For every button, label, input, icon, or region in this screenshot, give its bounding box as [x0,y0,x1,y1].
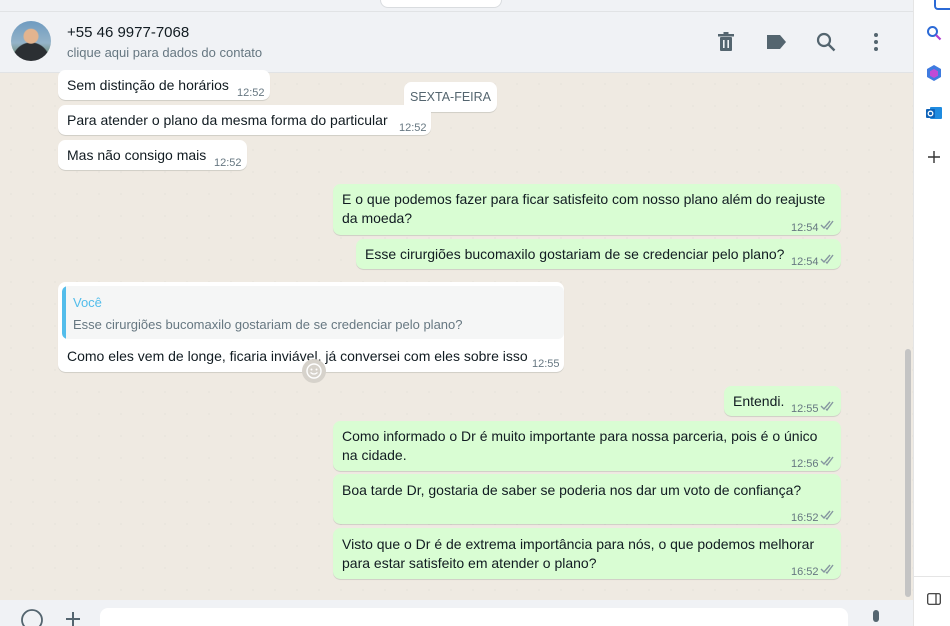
message-time: 12:55 [532,358,560,370]
chat-header[interactable]: +55 46 9977-7068 clique aqui para dados … [0,12,913,73]
sidebar-top-icon[interactable] [934,0,950,10]
composer [0,600,913,626]
message-text: Como eles vem de longe, ficaria inviável… [67,348,528,364]
outlook-icon[interactable] [924,103,944,123]
chat-scrollbar[interactable] [905,349,911,597]
copilot-icon[interactable] [924,63,944,83]
read-ticks-icon [820,254,834,264]
message-text: Para atender o plano da mesma forma do p… [67,112,388,128]
microphone-icon[interactable] [868,610,884,626]
message-text-line2: da moeda? [342,210,413,226]
search-icon[interactable] [924,23,944,43]
message-outgoing[interactable]: Boa tarde Dr, gostaria de saber se poder… [333,474,841,524]
message-text: Entendi. [733,393,785,409]
quote-author: Você [73,295,102,310]
message-text-line1: Como informado o Dr é muito importante p… [342,428,818,444]
message-text: Mas não consigo mais [67,147,207,163]
message-incoming[interactable]: Mas não consigo mais 12:52 [58,140,247,170]
read-ticks-icon [820,456,834,466]
read-ticks-icon [820,510,834,520]
contact-subtitle[interactable]: clique aqui para dados do contato [67,45,262,60]
quoted-message[interactable]: Você Esse cirurgiões bucomaxilo gostaria… [62,286,564,339]
browser-sidebar [913,0,950,626]
search-icon[interactable] [814,30,838,54]
message-outgoing[interactable]: E o que podemos fazer para ficar satisfe… [333,184,841,235]
attach-icon[interactable] [64,610,82,626]
panel-icon[interactable] [924,589,944,609]
delete-icon[interactable] [714,30,738,54]
sidebar-divider [914,576,950,577]
message-time: 12:55 [791,403,819,415]
message-time: 12:52 [399,122,427,134]
quote-accent-bar [62,286,66,339]
message-outgoing[interactable]: Visto que o Dr é de extrema importância … [333,528,841,579]
emoji-icon[interactable] [20,608,44,626]
message-time: 12:52 [237,87,265,99]
tab-pill [380,0,502,8]
message-outgoing[interactable]: Esse cirurgiões bucomaxilo gostariam de … [356,239,841,269]
message-time: 16:52 [791,566,819,578]
read-ticks-icon [820,401,834,411]
message-text-line1: Visto que o Dr é de extrema importância … [342,536,815,552]
react-emoji-icon[interactable] [302,359,326,383]
message-time: 12:52 [214,157,242,169]
read-ticks-icon [820,220,834,230]
whatsapp-window: +55 46 9977-7068 clique aqui para dados … [0,0,913,626]
message-input[interactable] [100,608,848,626]
message-time: 12:54 [791,222,819,234]
message-time: 12:56 [791,458,819,470]
message-incoming[interactable]: Sem distinção de horários 12:52 [58,70,270,100]
message-outgoing[interactable]: Como informado o Dr é muito importante p… [333,421,841,471]
add-icon[interactable] [924,147,944,167]
menu-icon[interactable] [864,30,888,54]
message-outgoing[interactable]: Entendi. 12:55 [724,386,841,416]
message-incoming[interactable]: Para atender o plano da mesma forma do p… [58,105,431,135]
message-text-line1: E o que podemos fazer para ficar satisfe… [342,191,826,207]
quote-text: Esse cirurgiões bucomaxilo gostariam de … [73,317,463,332]
message-text: Sem distinção de horários [67,77,229,93]
read-ticks-icon [820,564,834,574]
contact-name[interactable]: +55 46 9977-7068 [67,24,189,41]
avatar[interactable] [11,21,51,61]
message-text-line2: na cidade. [342,447,407,463]
message-text-line2: para estar satisfeito em atender o plano… [342,555,597,571]
label-icon[interactable] [764,30,788,54]
browser-strip [0,0,913,12]
message-text: Boa tarde Dr, gostaria de saber se poder… [342,482,802,498]
message-time: 12:54 [791,256,819,268]
message-time: 16:52 [791,512,819,524]
message-text: Esse cirurgiões bucomaxilo gostariam de … [365,246,785,262]
